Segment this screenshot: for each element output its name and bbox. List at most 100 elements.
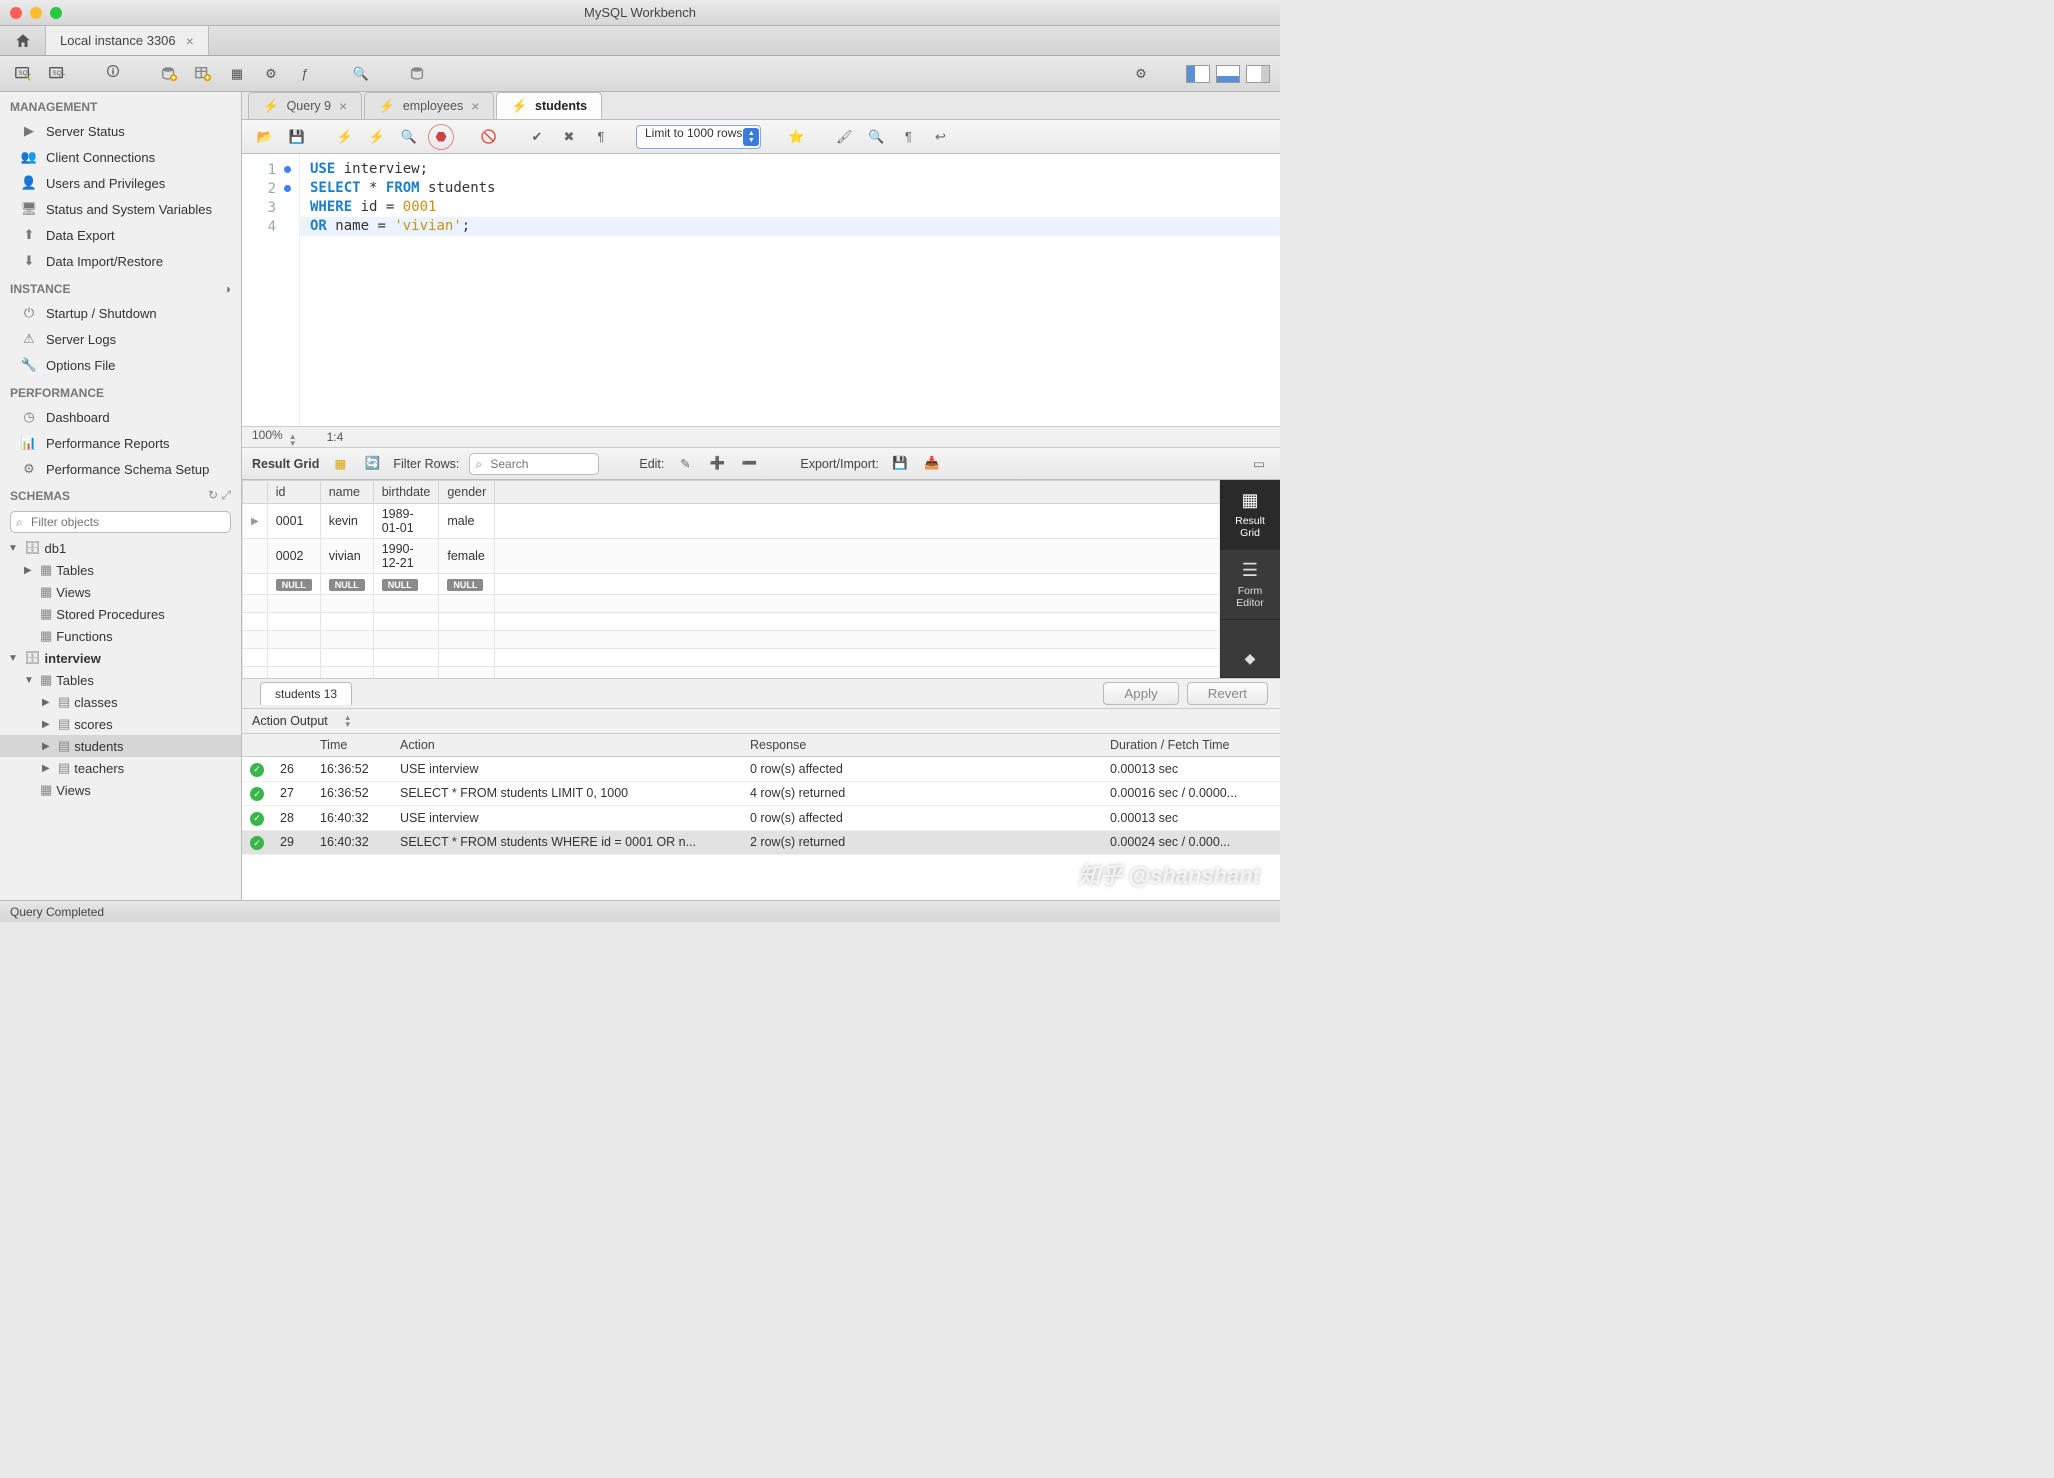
import-icon[interactable]: 📥 (921, 453, 943, 475)
options-file-item[interactable]: 🔧Options File (0, 352, 241, 378)
refresh-icon[interactable]: ↻ (208, 488, 218, 502)
performance-reports-item[interactable]: 📊Performance Reports (0, 430, 241, 456)
connection-tab[interactable]: Local instance 3306 × (46, 26, 209, 55)
open-file-button[interactable]: 📂 (252, 124, 278, 150)
open-sql-file-button[interactable]: SQL (44, 61, 70, 87)
more-views-button[interactable]: ◆ (1220, 640, 1280, 678)
col-duration[interactable]: Duration / Fetch Time (1102, 734, 1280, 757)
zoom-stepper[interactable]: ▲▼ (289, 433, 297, 447)
dashboard-item[interactable]: ◷Dashboard (0, 404, 241, 430)
table-row[interactable]: 0002vivian1990-12-21female (243, 539, 1220, 574)
zoom-window-button[interactable] (50, 7, 62, 19)
new-procedure-button[interactable]: ⚙ (258, 61, 284, 87)
beautify-button[interactable]: 🖌 (831, 124, 857, 150)
inspector-button[interactable]: 🛈 (100, 61, 126, 87)
interview-tables[interactable]: ▼▦Tables (0, 669, 241, 691)
interview-views[interactable]: ▦Views (0, 779, 241, 801)
new-table-button[interactable] (190, 61, 216, 87)
db1-views[interactable]: ▦Views (0, 581, 241, 603)
toggle-whitespace-button[interactable]: ¶ (588, 124, 614, 150)
explain-button[interactable]: 🔍 (396, 124, 422, 150)
col-response[interactable]: Response (742, 734, 1102, 757)
delete-row-icon[interactable]: ➖ (738, 453, 760, 475)
grid-view-icon[interactable]: ▦ (329, 453, 351, 475)
tab-employees[interactable]: ⚡employees× (364, 92, 494, 119)
minimize-window-button[interactable] (30, 7, 42, 19)
new-view-button[interactable]: ▦ (224, 61, 250, 87)
toggle-invisible-button[interactable]: ¶ (895, 124, 921, 150)
tab-query9[interactable]: ⚡Query 9× (248, 92, 362, 119)
execute-current-button[interactable]: ⚡ (364, 124, 390, 150)
db1-procedures[interactable]: ▦Stored Procedures (0, 603, 241, 625)
search-table-button[interactable]: 🔍 (348, 61, 374, 87)
schema-filter-input[interactable] (10, 511, 231, 533)
output-row[interactable]: ✓2916:40:32SELECT * FROM students WHERE … (242, 830, 1280, 855)
refresh-icon[interactable]: 🔄 (361, 453, 383, 475)
expand-icon[interactable]: ⤢ (221, 488, 231, 502)
limit-rows-select[interactable]: Limit to 1000 rows ▲▼ (636, 125, 761, 149)
apply-button[interactable]: Apply (1103, 682, 1178, 705)
tab-students[interactable]: ⚡students (496, 92, 602, 119)
table-teachers[interactable]: ▶▤teachers (0, 757, 241, 779)
sql-editor[interactable]: 1 2 3 4 USE interview; SELECT * FROM stu… (242, 154, 1280, 426)
code-area[interactable]: USE interview; SELECT * FROM students WH… (300, 154, 1280, 426)
home-tab[interactable] (0, 26, 46, 55)
table-row[interactable]: ▶0001kevin1989-01-01male (243, 504, 1220, 539)
toggle-output-button[interactable] (1216, 65, 1240, 83)
rollback-button[interactable]: ✖ (556, 124, 582, 150)
close-icon[interactable]: × (339, 98, 347, 114)
col-name[interactable]: name (320, 481, 373, 504)
startup-shutdown-item[interactable]: ⏻Startup / Shutdown (0, 300, 241, 326)
result-set-tab[interactable]: students 13 (260, 682, 352, 705)
table-students[interactable]: ▶▤students (0, 735, 241, 757)
table-classes[interactable]: ▶▤classes (0, 691, 241, 713)
users-privileges-item[interactable]: 👤Users and Privileges (0, 170, 241, 196)
col-birthdate[interactable]: birthdate (373, 481, 439, 504)
new-schema-button[interactable] (156, 61, 182, 87)
add-row-icon[interactable]: ➕ (706, 453, 728, 475)
col-time[interactable]: Time (312, 734, 392, 757)
reconnect-button[interactable] (404, 61, 430, 87)
output-type-stepper[interactable]: ▲▼ (344, 714, 352, 728)
performance-schema-item[interactable]: ⚙Performance Schema Setup (0, 456, 241, 482)
client-connections-item[interactable]: 👥Client Connections (0, 144, 241, 170)
toggle-secondary-sidebar-button[interactable] (1246, 65, 1270, 83)
db1-tables[interactable]: ▶▦Tables (0, 559, 241, 581)
wrap-button[interactable]: ↩ (927, 124, 953, 150)
table-row-null[interactable]: NULLNULLNULLNULL (243, 574, 1220, 595)
output-row[interactable]: ✓2816:40:32USE interview0 row(s) affecte… (242, 806, 1280, 831)
revert-button[interactable]: Revert (1187, 682, 1268, 705)
action-output-grid[interactable]: Time Action Response Duration / Fetch Ti… (242, 734, 1280, 900)
toggle-sidebar-button[interactable] (1186, 65, 1210, 83)
commit-button[interactable]: ✔ (524, 124, 550, 150)
schema-db1[interactable]: ▼🗄db1 (0, 537, 241, 559)
settings-icon[interactable]: ⚙ (1128, 61, 1154, 87)
favorite-button[interactable]: ⭐ (783, 124, 809, 150)
output-row[interactable]: ✓2716:36:52SELECT * FROM students LIMIT … (242, 781, 1280, 806)
col-id[interactable]: id (267, 481, 320, 504)
export-icon[interactable]: 💾 (889, 453, 911, 475)
save-file-button[interactable]: 💾 (284, 124, 310, 150)
col-gender[interactable]: gender (439, 481, 495, 504)
data-import-item[interactable]: ⬇Data Import/Restore (0, 248, 241, 274)
close-window-button[interactable] (10, 7, 22, 19)
execute-button[interactable]: ⚡ (332, 124, 358, 150)
new-sql-tab-button[interactable]: SQL (10, 61, 36, 87)
server-logs-item[interactable]: ⚠Server Logs (0, 326, 241, 352)
wrap-cell-icon[interactable]: ▭ (1248, 453, 1270, 475)
server-status-item[interactable]: ▶Server Status (0, 118, 241, 144)
stop-button[interactable]: ⬣ (428, 124, 454, 150)
toggle-autocommit-button[interactable]: 🚫 (476, 124, 502, 150)
output-row[interactable]: ✓2616:36:52USE interview0 row(s) affecte… (242, 757, 1280, 782)
db1-functions[interactable]: ▦Functions (0, 625, 241, 647)
close-icon[interactable]: × (186, 33, 194, 49)
table-scores[interactable]: ▶▤scores (0, 713, 241, 735)
form-editor-tab[interactable]: ☰Form Editor (1220, 550, 1280, 620)
find-button[interactable]: 🔍 (863, 124, 889, 150)
result-grid[interactable]: id name birthdate gender ▶0001kevin1989-… (242, 480, 1220, 678)
col-action[interactable]: Action (392, 734, 742, 757)
close-icon[interactable]: × (471, 98, 479, 114)
status-variables-item[interactable]: 🖥Status and System Variables (0, 196, 241, 222)
edit-row-icon[interactable]: ✎ (674, 453, 696, 475)
schema-interview[interactable]: ▼🗄interview (0, 647, 241, 669)
